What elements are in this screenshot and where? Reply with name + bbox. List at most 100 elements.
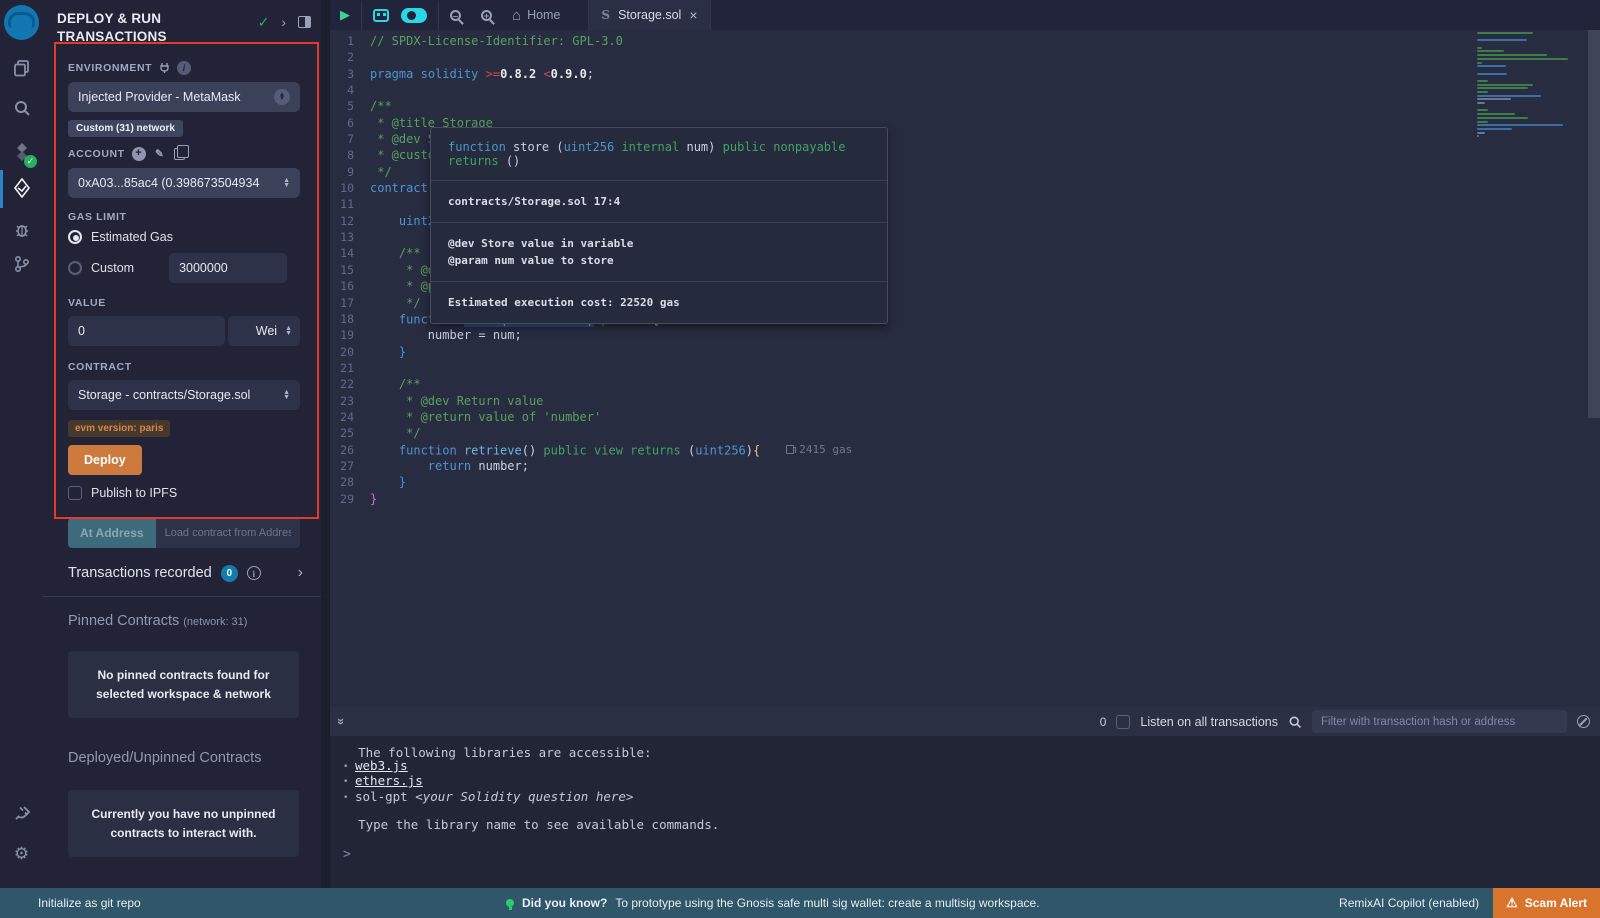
file-explorer-icon[interactable]: [0, 50, 43, 86]
terminal-line: •web3.js: [343, 759, 1600, 774]
code-line: 28 }: [330, 474, 1600, 490]
environment-select[interactable]: Injected Provider - MetaMask ▲▼: [68, 82, 300, 112]
value-label: VALUE: [68, 297, 300, 309]
tab-home[interactable]: ⌂ Home: [502, 0, 576, 30]
did-you-know-tip: Did you know? To prototype using the Gno…: [506, 896, 1040, 910]
listen-all-checkbox[interactable]: [1116, 715, 1130, 729]
terminal-line: The following libraries are accessible:: [343, 746, 1600, 759]
environment-label-row: ENVIRONMENT i: [68, 61, 300, 75]
debugger-icon[interactable]: [0, 212, 43, 248]
gas-limit-label: GAS LIMIT: [68, 211, 300, 223]
settings-gear-icon[interactable]: ⚙: [0, 836, 43, 872]
terminal-collapse-icon[interactable]: »: [334, 718, 349, 725]
run-script-icon[interactable]: ▶: [330, 0, 360, 30]
hover-tooltip: function store (uint256 internal num) pu…: [430, 127, 888, 324]
at-address-input[interactable]: [156, 518, 300, 548]
publish-ipfs-checkbox[interactable]: [68, 486, 82, 500]
account-select[interactable]: 0xA03...85ac4 (0.398673504934 ▲▼: [68, 168, 300, 198]
code-editor[interactable]: 1// SPDX-License-Identifier: GPL-3.023pr…: [330, 30, 1600, 707]
terminal-link[interactable]: web3.js: [355, 758, 408, 773]
terminal-line: Type the library name to see available c…: [343, 818, 1600, 831]
terminal-link[interactable]: ethers.js: [355, 773, 423, 788]
copilot-toggle[interactable]: [399, 0, 437, 30]
pin-panel-icon[interactable]: [298, 16, 311, 28]
compile-success-badge: ✓: [24, 155, 37, 168]
transaction-filter-input[interactable]: [1312, 710, 1567, 733]
zoom-out-icon[interactable]: –: [440, 0, 471, 30]
stepper-icon: ▲▼: [283, 178, 290, 188]
remix-ai-robot-icon[interactable]: [363, 0, 399, 30]
tooltip-docs: @dev Store value in variable @param num …: [431, 222, 887, 281]
at-address-button[interactable]: At Address: [68, 518, 156, 548]
estimated-gas-label: Estimated Gas: [91, 230, 173, 244]
code-line: 2: [330, 49, 1600, 65]
status-bar: Initialize as git repo Did you know? To …: [0, 888, 1600, 918]
code-line: 22 /**: [330, 376, 1600, 392]
zoom-in-icon[interactable]: +: [471, 0, 502, 30]
panel-title: DEPLOY & RUN TRANSACTIONS: [57, 10, 207, 45]
evm-version-badge: evm version: paris: [68, 420, 170, 437]
transactions-recorded-label: Transactions recorded: [68, 565, 212, 581]
code-line: 19 number = num;: [330, 327, 1600, 343]
search-icon[interactable]: [0, 90, 43, 126]
pinned-contracts-heading: Pinned Contracts (network: 31): [43, 597, 321, 635]
plug-icon: [159, 62, 170, 74]
close-tab-icon[interactable]: ×: [689, 7, 697, 23]
git-icon[interactable]: [0, 246, 43, 282]
estimated-gas-radio[interactable]: [68, 230, 82, 244]
remix-logo-icon[interactable]: [4, 5, 39, 40]
git-init-button[interactable]: Initialize as git repo: [0, 896, 141, 910]
lightbulb-icon: [506, 899, 514, 907]
minimap[interactable]: [1477, 32, 1585, 139]
tab-storage-sol[interactable]: S Storage.sol ×: [588, 0, 710, 30]
code-line: 4: [330, 82, 1600, 98]
transactions-info-icon[interactable]: i: [247, 566, 261, 580]
deployed-contracts-empty: Currently you have no unpinned contracts…: [68, 790, 299, 857]
custom-gas-input[interactable]: [169, 253, 287, 283]
publish-ipfs-label: Publish to IPFS: [91, 486, 177, 500]
code-line: 1// SPDX-License-Identifier: GPL-3.0: [330, 33, 1600, 49]
editor-region: ▶ – + ⌂ Home S Storage.sol × 1// SPDX-Li…: [330, 0, 1600, 707]
code-line: 3pragma solidity >=0.8.2 <0.9.0;: [330, 66, 1600, 82]
deployed-contracts-heading: Deployed/Unpinned Contracts: [43, 728, 321, 772]
deploy-button[interactable]: Deploy: [68, 445, 142, 475]
pinned-contracts-empty: No pinned contracts found for selected w…: [68, 651, 299, 718]
tooltip-location: contracts/Storage.sol 17:4: [431, 180, 887, 222]
code-line: 24 * @return value of 'number': [330, 409, 1600, 425]
custom-gas-radio[interactable]: [68, 261, 82, 275]
warning-icon: ⚠: [1506, 895, 1518, 911]
tooltip-gas-cost: Estimated execution cost: 22520 gas: [431, 281, 887, 323]
icon-rail: ✓ ⚙: [0, 0, 43, 888]
deploy-and-run-icon[interactable]: [0, 170, 43, 206]
copy-account-icon[interactable]: [174, 148, 185, 160]
network-badge: Custom (31) network: [68, 120, 183, 137]
stepper-icon: ▲▼: [274, 89, 290, 105]
editor-scrollbar[interactable]: [1588, 30, 1600, 418]
solidity-compiler-icon[interactable]: ✓: [0, 134, 43, 170]
collapse-chevron-icon[interactable]: ›: [281, 14, 286, 30]
account-label-row: ACCOUNT + ✎: [68, 147, 300, 161]
fuel-pump-icon: [786, 445, 794, 454]
tooltip-signature: function store (uint256 internal num) pu…: [431, 128, 887, 180]
panel-resize-handle[interactable]: [321, 0, 330, 888]
value-unit-select[interactable]: Wei ▲▼: [228, 316, 300, 346]
code-line: 23 * @dev Return value: [330, 393, 1600, 409]
terminal-search-icon[interactable]: [1288, 715, 1302, 729]
scam-alert-button[interactable]: ⚠ Scam Alert: [1493, 888, 1600, 918]
transactions-count-badge: 0: [221, 565, 238, 582]
terminal-region: » 0 Listen on all transactions The follo…: [330, 707, 1600, 888]
plugin-manager-icon[interactable]: [0, 796, 43, 832]
clear-console-icon[interactable]: [1577, 715, 1590, 728]
terminal-prompt[interactable]: >: [333, 847, 351, 862]
edit-account-icon[interactable]: ✎: [153, 147, 167, 161]
terminal-header: » 0 Listen on all transactions: [330, 707, 1600, 736]
contract-select[interactable]: Storage - contracts/Storage.sol ▲▼: [68, 380, 300, 410]
editor-toolbar: ▶ – + ⌂ Home S Storage.sol ×: [330, 0, 1600, 30]
listen-all-label: Listen on all transactions: [1140, 715, 1278, 729]
contract-label: CONTRACT: [68, 361, 300, 373]
copilot-status[interactable]: RemixAI Copilot (enabled): [1339, 896, 1493, 910]
transactions-expand-chevron[interactable]: ›: [298, 564, 303, 582]
value-input[interactable]: [68, 316, 225, 346]
add-account-icon[interactable]: +: [132, 147, 146, 161]
environment-info-icon[interactable]: i: [177, 61, 191, 75]
